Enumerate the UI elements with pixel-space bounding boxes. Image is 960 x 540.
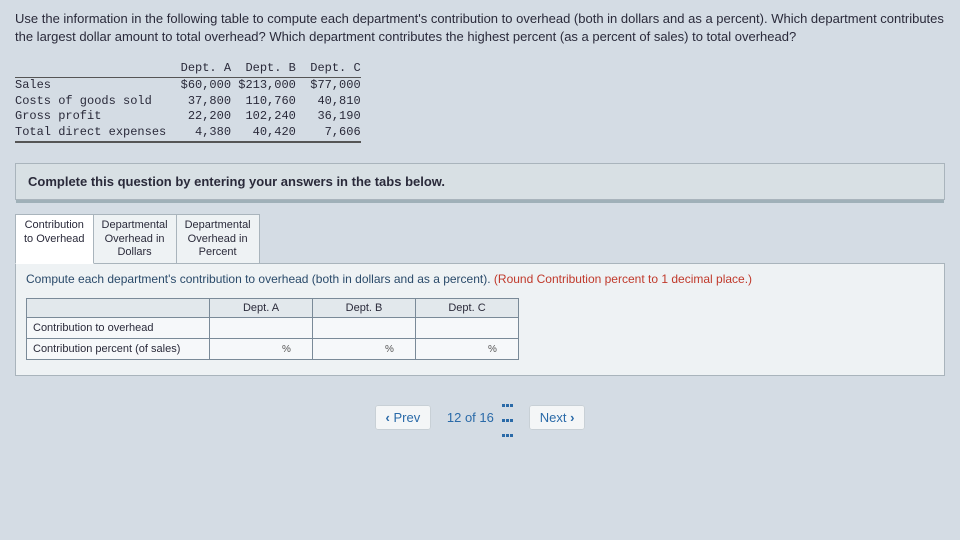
input-pct-b[interactable]	[319, 342, 383, 356]
next-label: Next	[540, 410, 567, 425]
pos-current: 12	[447, 410, 461, 425]
percent-symbol: %	[282, 344, 291, 355]
percent-symbol: %	[385, 344, 394, 355]
pos-of: of	[465, 410, 476, 425]
next-button[interactable]: Next ›	[529, 405, 586, 430]
tab-label: to Overhead	[24, 233, 85, 245]
col-header: Dept. A	[210, 298, 313, 317]
nav-bar: ‹ Prev 12 of 16 Next ›	[15, 396, 945, 441]
tab-label: Dollars	[117, 246, 151, 258]
prev-button[interactable]: ‹ Prev	[375, 405, 432, 430]
tab-label: Departmental	[185, 219, 251, 231]
input-contrib-a[interactable]	[216, 321, 280, 335]
data-table: Dept. A Dept. B Dept. C Sales $60,000 $2…	[15, 61, 945, 143]
answer-table: Dept. A Dept. B Dept. C Contribution to …	[26, 298, 519, 360]
question-text: Use the information in the following tab…	[15, 10, 945, 46]
tab-dept-percent[interactable]: Departmental Overhead in Percent	[176, 214, 260, 264]
tab-label: Overhead in	[105, 233, 165, 245]
percent-symbol: %	[488, 344, 497, 355]
input-pct-a[interactable]	[216, 342, 280, 356]
tab-strip: Contribution to Overhead Departmental Ov…	[15, 214, 945, 264]
chevron-left-icon: ‹	[386, 410, 390, 425]
col-header: Dept. B	[313, 298, 416, 317]
table-row: Contribution to overhead	[27, 317, 519, 338]
tab-contribution[interactable]: Contribution to Overhead	[15, 214, 94, 264]
tab-label: Overhead in	[188, 233, 248, 245]
table-row: Contribution percent (of sales) % % %	[27, 338, 519, 359]
input-contrib-b[interactable]	[319, 321, 383, 335]
prev-label: Prev	[394, 410, 421, 425]
row-label: Contribution percent (of sales)	[27, 338, 210, 359]
grid-icon[interactable]	[501, 396, 513, 441]
tab-label: Departmental	[102, 219, 168, 231]
tab-body: Compute each department's contribution t…	[15, 263, 945, 376]
pos-total: 16	[479, 410, 493, 425]
row-label: Contribution to overhead	[27, 317, 210, 338]
position-indicator: 12 of 16	[447, 410, 517, 425]
tab-dept-dollars[interactable]: Departmental Overhead in Dollars	[93, 214, 177, 264]
sub-instruction: Compute each department's contribution t…	[26, 272, 934, 286]
sub-instruction-main: Compute each department's contribution t…	[26, 272, 494, 286]
tab-label: Contribution	[25, 219, 84, 231]
tab-label: Percent	[199, 246, 237, 258]
input-contrib-c[interactable]	[422, 321, 486, 335]
chevron-right-icon: ›	[570, 410, 574, 425]
sub-instruction-note: (Round Contribution percent to 1 decimal…	[494, 272, 752, 286]
col-header: Dept. C	[416, 298, 519, 317]
input-pct-c[interactable]	[422, 342, 486, 356]
instruction-bar: Complete this question by entering your …	[15, 163, 945, 200]
